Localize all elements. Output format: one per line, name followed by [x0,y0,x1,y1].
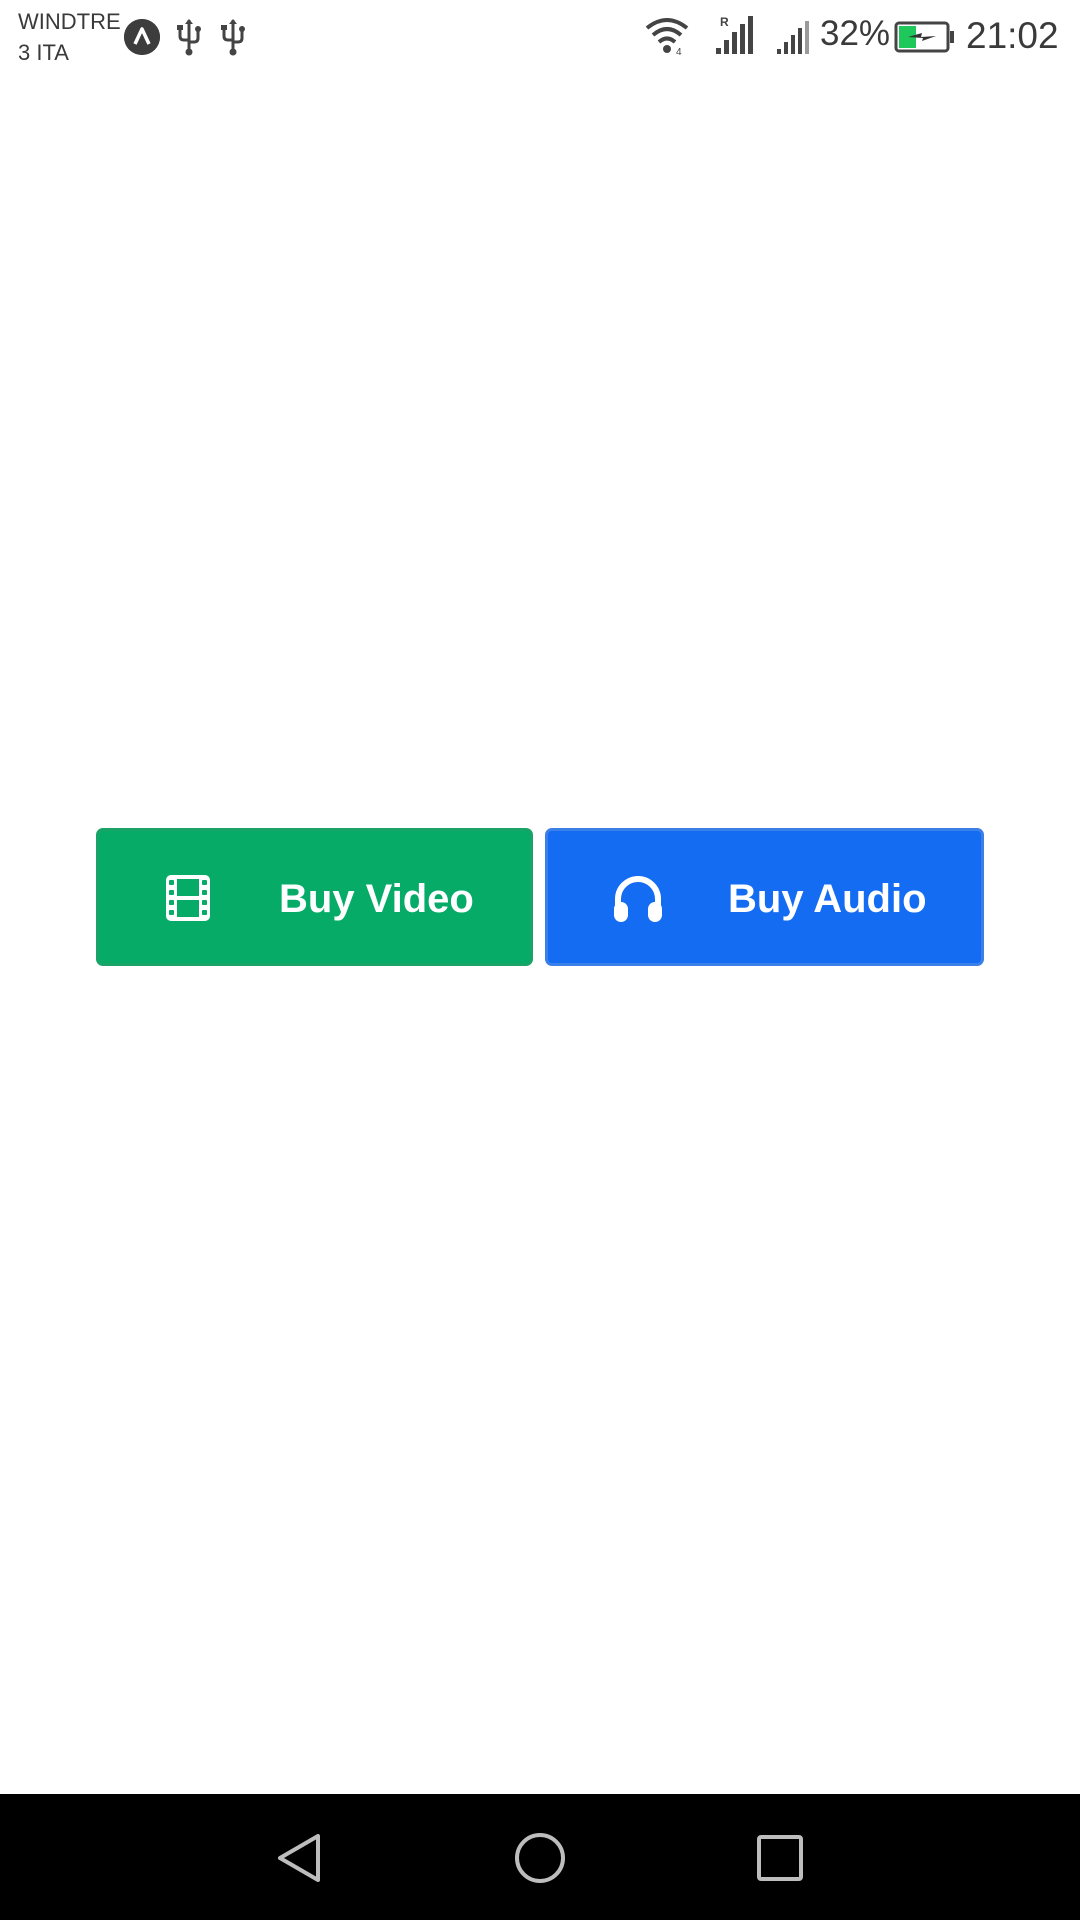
recents-icon[interactable] [752,1830,808,1886]
buy-video-button[interactable]: Buy Video [96,828,533,966]
carrier-label: WINDTRE 3 ITA [18,6,121,68]
usb-icon [220,18,246,60]
app-badge-icon [124,19,160,55]
wifi-icon: 4 [645,16,689,60]
svg-text:R: R [720,15,729,29]
clock: 21:02 [966,15,1059,56]
film-icon [166,875,210,931]
carrier-line-2: 3 ITA [18,40,69,65]
status-bar: WINDTRE 3 ITA 4 R 32% 21:02 [0,0,1080,74]
battery-percent: 32% [820,14,891,53]
signal-icon [776,20,812,60]
home-icon[interactable] [512,1830,568,1886]
svg-text:4: 4 [676,47,682,56]
buy-audio-label: Buy Audio [728,877,927,921]
back-icon[interactable] [272,1830,328,1886]
usb-icon [176,18,202,60]
headphones-icon [612,875,664,933]
battery-charging-icon [894,21,956,57]
signal-roaming-icon: R [714,14,754,60]
carrier-line-1: WINDTRE [18,9,121,34]
buy-video-label: Buy Video [279,877,474,921]
navigation-bar [0,1794,1080,1920]
purchase-button-row: Buy Video Buy Audio [96,828,984,966]
buy-audio-button[interactable]: Buy Audio [545,828,984,966]
